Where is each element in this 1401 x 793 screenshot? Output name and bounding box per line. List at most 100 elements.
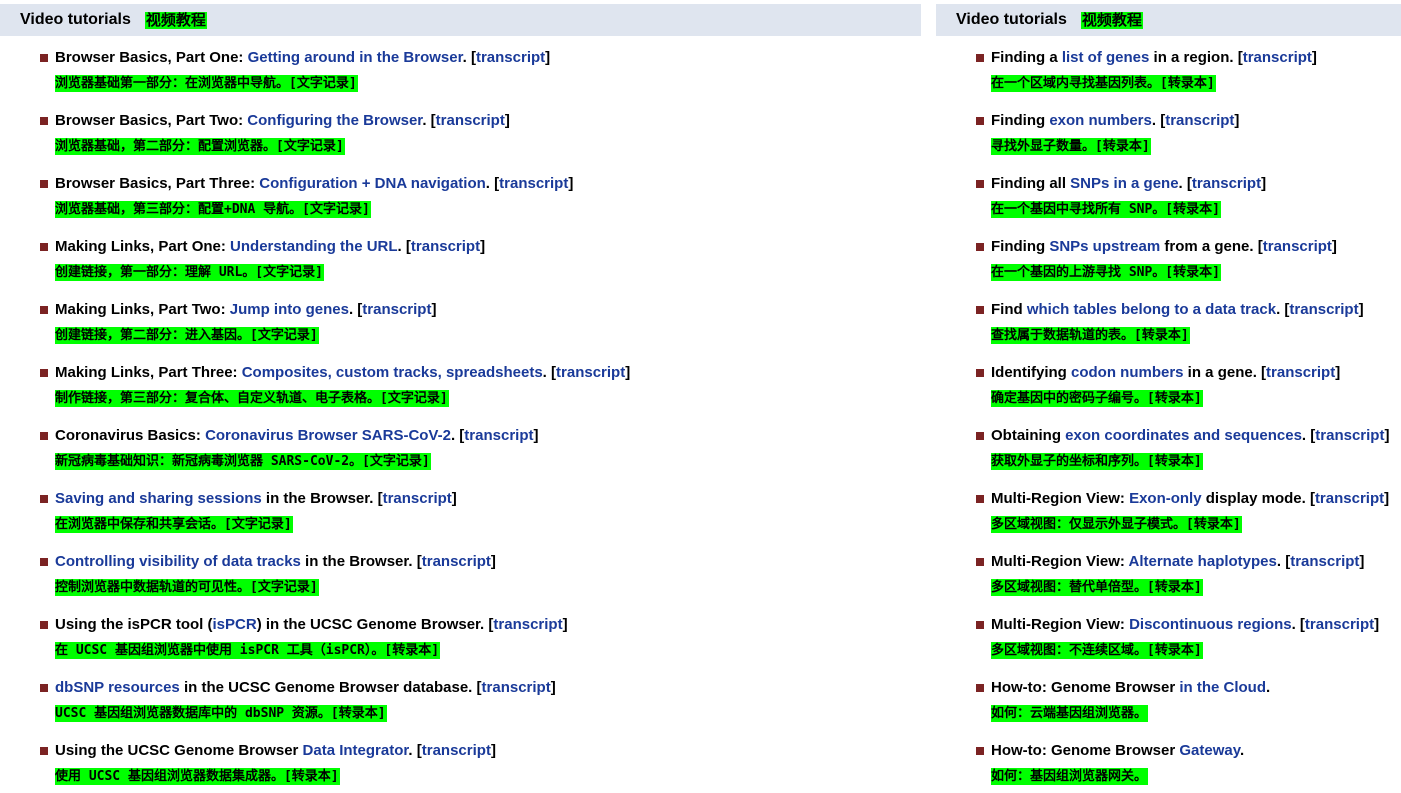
tutorial-text: in a region. [	[1149, 49, 1243, 66]
tutorial-title: Identifying codon numbers in a gene. [tr…	[991, 363, 1340, 383]
tutorial-video-link[interactable]: in the Cloud	[1179, 679, 1266, 696]
tutorial-title: Finding exon numbers. [transcript]	[991, 111, 1239, 131]
transcript-link[interactable]: transcript	[1263, 238, 1332, 255]
tutorial-video-link[interactable]: list of genes	[1062, 49, 1150, 66]
panel-header: Video tutorials 视频教程	[0, 4, 921, 36]
chinese-translation: 多区域视图：不连续区域。[转录本]	[991, 642, 1203, 659]
tutorial-text: ]	[562, 616, 568, 633]
tutorial-video-link[interactable]: Saving and sharing sessions	[55, 490, 262, 507]
tutorial-video-link[interactable]: which tables belong to a data track	[1027, 301, 1276, 318]
tutorial-title: Browser Basics, Part Two: Configuring th…	[55, 111, 510, 131]
tutorial-text: ]	[533, 427, 539, 444]
tutorial-text: Making Links, Part Three:	[55, 364, 242, 381]
tutorial-title: Finding SNPs upstream from a gene. [tran…	[991, 237, 1337, 257]
transcript-link[interactable]: transcript	[1315, 490, 1384, 507]
tutorial-text: Browser Basics, Part One:	[55, 49, 248, 66]
tutorial-title: dbSNP resources in the UCSC Genome Brows…	[55, 678, 556, 698]
tutorial-text: ]	[490, 553, 496, 570]
transcript-link[interactable]: transcript	[499, 175, 568, 192]
tutorial-video-link[interactable]: Understanding the URL	[230, 238, 398, 255]
chinese-translation: 确定基因中的密码子编号。[转录本]	[991, 390, 1203, 407]
transcript-link[interactable]: transcript	[1266, 364, 1335, 381]
tutorial-text: . [	[1276, 553, 1291, 570]
tutorial-text: ]	[490, 742, 496, 759]
transcript-link[interactable]: transcript	[411, 238, 480, 255]
transcript-link[interactable]: transcript	[1165, 112, 1234, 129]
tutorial-title: Using the isPCR tool (isPCR) in the UCSC…	[55, 615, 568, 635]
tutorial-title: Making Links, Part One: Understanding th…	[55, 237, 485, 257]
tutorial-video-link[interactable]: Controlling visibility of data tracks	[55, 553, 301, 570]
tutorial-video-link[interactable]: exon coordinates and sequences	[1065, 427, 1302, 444]
transcript-link[interactable]: transcript	[383, 490, 452, 507]
list-item: Controlling visibility of data tracks in…	[0, 552, 496, 596]
transcript-link[interactable]: transcript	[1305, 616, 1374, 633]
tutorial-video-link[interactable]: Jump into genes	[230, 301, 349, 318]
transcript-link[interactable]: transcript	[556, 364, 625, 381]
tutorial-video-link[interactable]: Configuration + DNA navigation	[259, 175, 486, 192]
square-bullet-icon	[976, 432, 984, 440]
transcript-link[interactable]: transcript	[482, 679, 551, 696]
tutorial-text: ]	[1331, 238, 1337, 255]
chinese-translation: 浏览器基础，第二部分：配置浏览器。[文字记录]	[55, 138, 345, 155]
tutorial-text: Browser Basics, Part Two:	[55, 112, 248, 129]
transcript-link[interactable]: transcript	[493, 616, 562, 633]
tutorial-video-link[interactable]: exon numbers	[1049, 112, 1152, 129]
transcript-link[interactable]: transcript	[1289, 301, 1358, 318]
tutorial-text: Identifying	[991, 364, 1071, 381]
list-item: Obtaining exon coordinates and sequences…	[936, 426, 1389, 470]
tutorial-video-link[interactable]: Coronavirus Browser SARS-CoV-2	[205, 427, 451, 444]
transcript-link[interactable]: transcript	[1243, 49, 1312, 66]
transcript-link[interactable]: transcript	[422, 553, 491, 570]
tutorial-text: ]	[451, 490, 457, 507]
tutorial-video-link[interactable]: Data Integrator	[303, 742, 409, 759]
list-item: Making Links, Part Three: Composites, cu…	[0, 363, 630, 407]
tutorial-video-link[interactable]: SNPs in a gene	[1070, 175, 1178, 192]
tutorial-video-link[interactable]: dbSNP resources	[55, 679, 180, 696]
chinese-translation: 多区域视图：仅显示外显子模式。[转录本]	[991, 516, 1242, 533]
tutorial-text: .	[1239, 742, 1245, 759]
square-bullet-icon	[40, 621, 48, 629]
tutorial-text: Multi-Region View:	[991, 616, 1130, 633]
chinese-translation: 在一个基因中寻找所有 SNP。[转录本]	[991, 201, 1221, 218]
tutorial-video-link[interactable]: Composites, custom tracks, spreadsheets	[242, 364, 543, 381]
tutorial-video-link[interactable]: codon numbers	[1071, 364, 1184, 381]
transcript-link[interactable]: transcript	[362, 301, 431, 318]
tutorial-text: ]	[504, 112, 510, 129]
square-bullet-icon	[40, 495, 48, 503]
tutorial-text: ]	[545, 49, 551, 66]
tutorial-text: in the Browser. [	[300, 553, 422, 570]
tutorial-video-link[interactable]: Getting around in the Browser	[248, 49, 463, 66]
square-bullet-icon	[40, 369, 48, 377]
tutorial-video-link[interactable]: isPCR	[213, 616, 257, 633]
chinese-translation: 浏览器基础第一部分：在浏览器中导航。[文字记录]	[55, 75, 358, 92]
tutorial-text: Multi-Region View:	[991, 553, 1129, 570]
transcript-link[interactable]: transcript	[422, 742, 491, 759]
list-item: Saving and sharing sessions in the Brows…	[0, 489, 457, 533]
transcript-link[interactable]: transcript	[464, 427, 533, 444]
transcript-link[interactable]: transcript	[1315, 427, 1384, 444]
list-item: Multi-Region View: Exon-only display mod…	[936, 489, 1389, 533]
square-bullet-icon	[976, 369, 984, 377]
transcript-link[interactable]: transcript	[476, 49, 545, 66]
tutorial-title: Multi-Region View: Discontinuous regions…	[991, 615, 1379, 635]
chinese-translation: 寻找外显子数量。[转录本]	[991, 138, 1151, 155]
chinese-translation: 在一个区域内寻找基因列表。[转录本]	[991, 75, 1216, 92]
chinese-translation: 获取外显子的坐标和序列。[转录本]	[991, 453, 1203, 470]
list-item: How-to: Genome Browser in the Cloud. 如何：云…	[936, 678, 1270, 722]
tutorial-text: ]	[1234, 112, 1240, 129]
tutorial-video-link[interactable]: SNPs upstream	[1049, 238, 1160, 255]
tutorial-text: in the UCSC Genome Browser database. [	[179, 679, 482, 696]
tutorial-video-link[interactable]: Exon-only	[1129, 490, 1202, 507]
tutorial-video-link[interactable]: Configuring the Browser	[247, 112, 422, 129]
tutorial-video-link[interactable]: Discontinuous regions	[1129, 616, 1292, 633]
tutorial-video-link[interactable]: Alternate haplotypes	[1129, 553, 1277, 570]
square-bullet-icon	[976, 684, 984, 692]
list-item: Making Links, Part One: Understanding th…	[0, 237, 485, 281]
chinese-translation: 如何：云端基因组浏览器。	[991, 705, 1149, 722]
transcript-link[interactable]: transcript	[1192, 175, 1261, 192]
transcript-link[interactable]: transcript	[1290, 553, 1359, 570]
tutorial-video-link[interactable]: Gateway	[1179, 742, 1240, 759]
chinese-translation: 使用 UCSC 基因组浏览器数据集成器。[转录本]	[55, 768, 340, 785]
transcript-link[interactable]: transcript	[436, 112, 505, 129]
chinese-translation: 在 UCSC 基因组浏览器中使用 isPCR 工具（isPCR）。[转录本]	[55, 642, 441, 659]
